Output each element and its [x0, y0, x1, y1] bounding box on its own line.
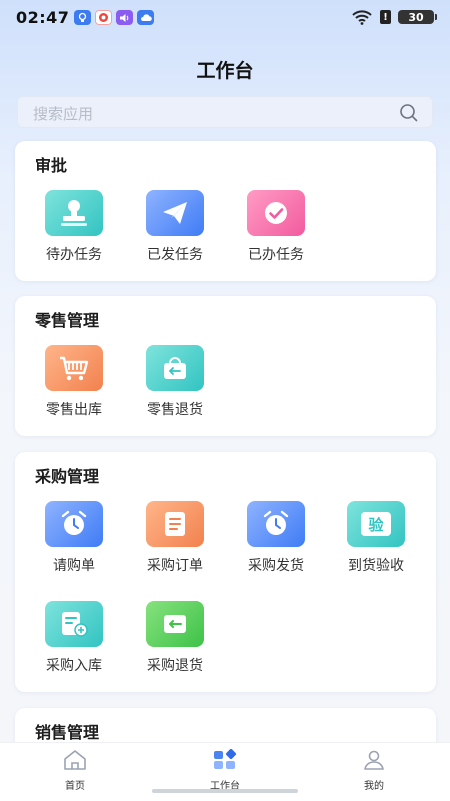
item-purchase-return[interactable]: 采购退货 — [125, 601, 225, 675]
alarm-clock-icon — [45, 501, 103, 547]
item-label: 零售出库 — [46, 402, 102, 418]
battery-indicator: 30 — [398, 10, 437, 24]
inspect-badge-text: 验 — [361, 512, 391, 536]
status-bar: 02:47 ! 30 — [0, 0, 450, 36]
bulb-notification-icon — [74, 10, 91, 25]
stamp-icon — [45, 190, 103, 236]
nav-workbench[interactable]: 工作台 — [180, 748, 270, 792]
nav-home[interactable]: 首页 — [30, 749, 120, 792]
item-purchase-shipment[interactable]: 采购发货 — [226, 501, 326, 575]
item-label: 请购单 — [53, 558, 95, 574]
home-indicator — [152, 789, 298, 793]
cloud-notification-icon — [137, 10, 154, 25]
page-title: 工作台 — [196, 60, 254, 82]
profile-icon — [364, 750, 384, 770]
nav-label: 我的 — [364, 781, 384, 792]
item-label: 待办任务 — [46, 247, 102, 263]
alarm-clock-icon — [247, 501, 305, 547]
alert-icon: ! — [380, 10, 391, 24]
inbound-doc-icon — [45, 601, 103, 647]
item-purchase-order[interactable]: 采购订单 — [125, 501, 225, 575]
item-purchase-requisition[interactable]: 请购单 — [24, 501, 124, 575]
item-label: 采购发货 — [248, 558, 304, 574]
item-label: 采购退货 — [147, 658, 203, 674]
search-input[interactable]: 搜索应用 — [17, 96, 433, 128]
return-box-icon — [146, 601, 204, 647]
purchase-title: 采购管理 — [35, 467, 100, 486]
item-sent-tasks[interactable]: 已发任务 — [125, 190, 225, 264]
app-notification-icon — [95, 10, 112, 25]
item-label: 已办任务 — [248, 247, 304, 263]
search-icon[interactable] — [399, 103, 419, 123]
basket-return-icon — [146, 345, 204, 391]
item-purchase-inbound[interactable]: 采购入库 — [24, 601, 124, 675]
search-placeholder: 搜索应用 — [33, 105, 94, 123]
paper-plane-icon — [146, 190, 204, 236]
document-icon — [146, 501, 204, 547]
item-retail-outbound[interactable]: 零售出库 — [24, 345, 124, 419]
item-label: 采购入库 — [46, 658, 102, 674]
wifi-icon — [352, 10, 372, 25]
sound-notification-icon — [116, 10, 133, 25]
workbench-icon — [214, 748, 237, 769]
retail-title: 零售管理 — [35, 311, 100, 330]
item-label: 采购订单 — [147, 558, 203, 574]
check-circle-icon — [247, 190, 305, 236]
retail-card: 零售管理 零售出库 零售退货 — [15, 296, 436, 436]
nav-profile[interactable]: 我的 — [329, 749, 419, 792]
item-label: 零售退货 — [147, 402, 203, 418]
item-done-tasks[interactable]: 已办任务 — [226, 190, 326, 264]
item-label: 已发任务 — [147, 247, 203, 263]
item-pending-tasks[interactable]: 待办任务 — [24, 190, 124, 264]
item-arrival-inspection[interactable]: 验 到货验收 — [326, 501, 426, 575]
status-time: 02:47 — [16, 8, 70, 27]
notification-icons — [74, 10, 154, 25]
purchase-card: 采购管理 请购单 采购订单 采购发货 验 到货验收 采购入库 采购退货 — [15, 452, 436, 692]
nav-label: 首页 — [65, 781, 85, 792]
status-right: ! 30 — [351, 9, 437, 25]
approval-title: 审批 — [35, 156, 68, 175]
item-label: 到货验收 — [348, 558, 404, 574]
item-retail-return[interactable]: 零售退货 — [125, 345, 225, 419]
home-icon — [64, 750, 86, 770]
approval-card: 审批 待办任务 已发任务 已办任务 — [15, 141, 436, 281]
cart-icon — [45, 345, 103, 391]
sales-title: 销售管理 — [35, 723, 100, 742]
inspect-badge-icon: 验 — [347, 501, 405, 547]
